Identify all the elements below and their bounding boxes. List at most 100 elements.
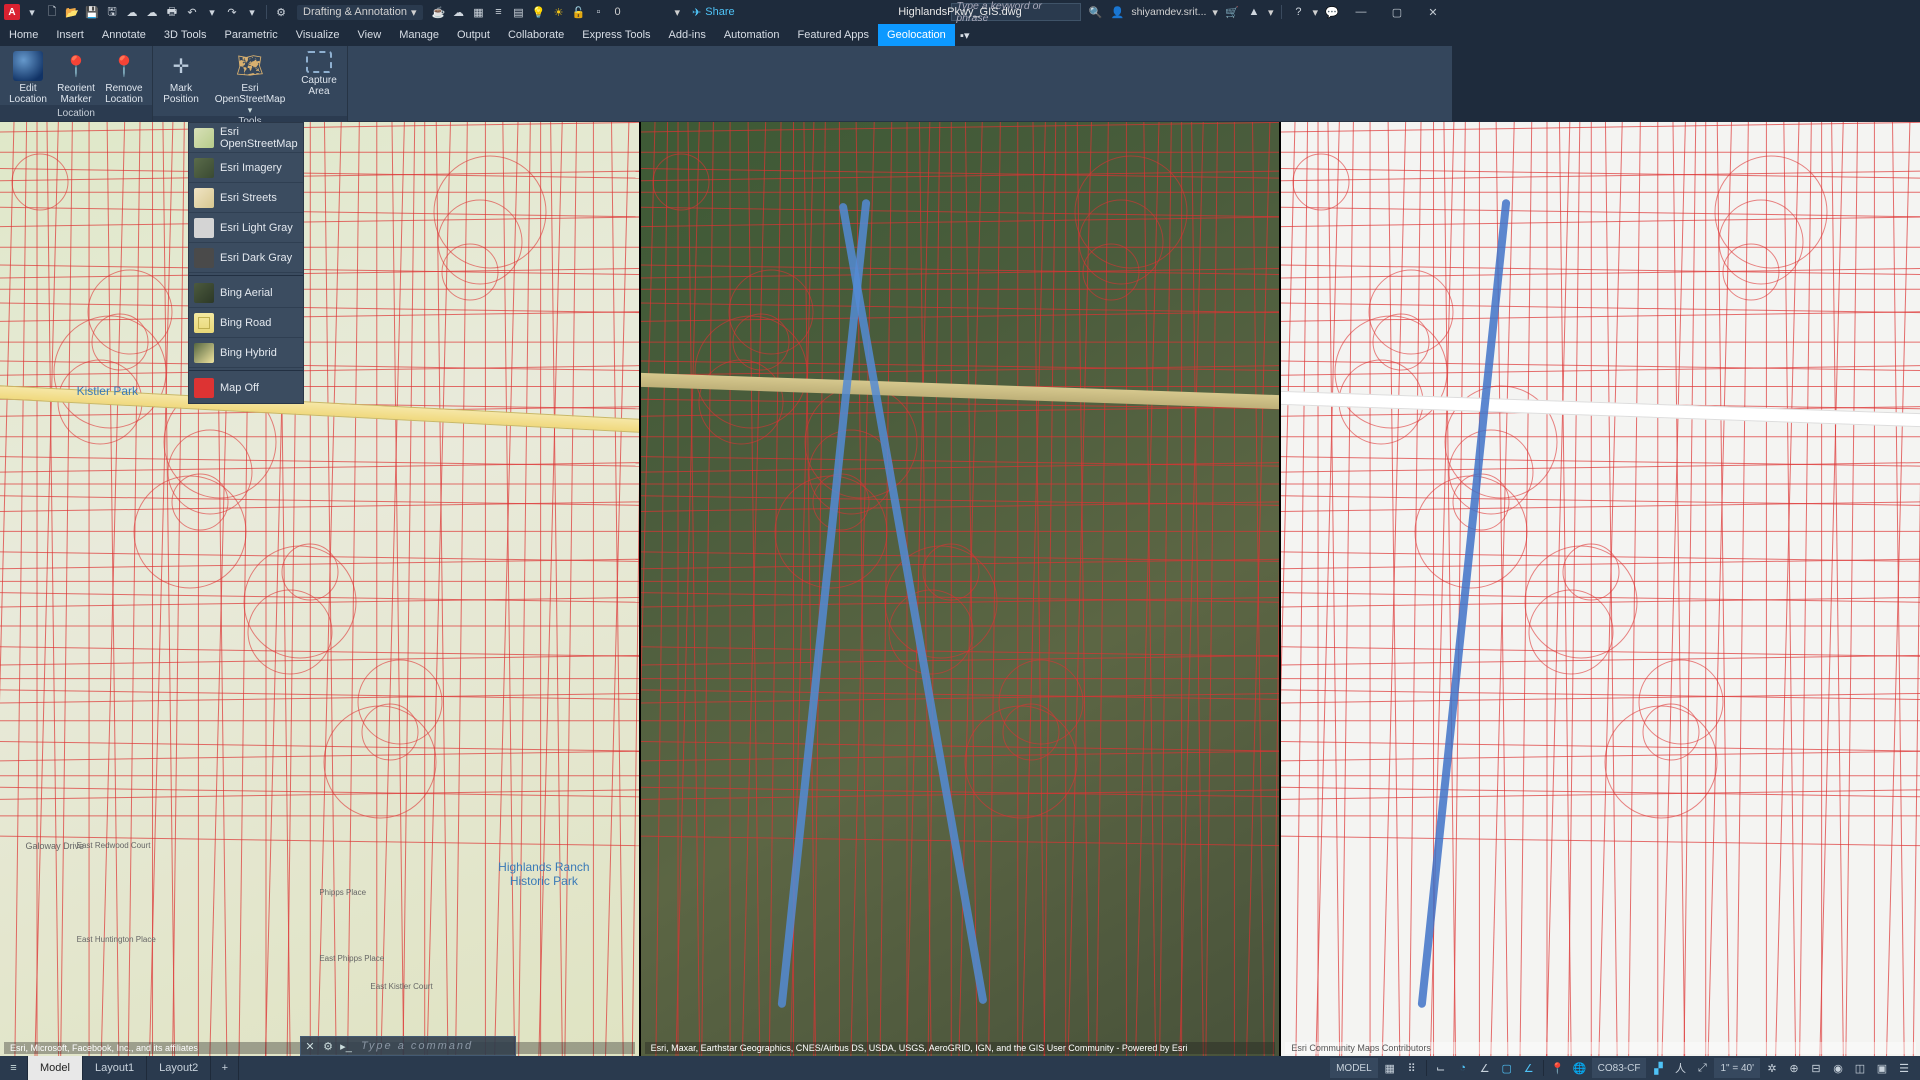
layout-tab-layout1[interactable]: Layout1 [83,1056,147,1080]
map-option-bing-hybrid[interactable]: Bing Hybrid [189,338,303,368]
units-icon[interactable]: ⊟ [1806,1058,1826,1078]
redo-icon[interactable]: ↷ [224,4,240,20]
web-open-icon[interactable]: ☁ [124,4,140,20]
user-name[interactable]: shiyamdev.srit... [1131,6,1206,18]
menu-express-tools[interactable]: Express Tools [573,24,659,46]
new-icon[interactable]: 🗋 [44,4,60,20]
cart-icon[interactable]: 🛒 [1224,4,1240,20]
saveas-icon[interactable]: 🖫 [104,4,120,20]
qat-undo-dd-icon[interactable]: ▾ [204,4,220,20]
add-layout-button[interactable]: + [211,1056,239,1080]
polar-icon[interactable]: ◔ [1453,1058,1473,1078]
qat-dropdown-icon[interactable]: ▾ [24,4,40,20]
menu-manage[interactable]: Manage [390,24,448,46]
isolate-icon[interactable]: ◫ [1850,1058,1870,1078]
model-space-toggle[interactable]: MODEL [1330,1058,1378,1078]
anno-scale-icon[interactable]: ⤢ [1692,1058,1712,1078]
menu-visualize[interactable]: Visualize [287,24,349,46]
menu-featured-apps[interactable]: Featured Apps [788,24,878,46]
comment-icon[interactable]: 💬 [1324,4,1340,20]
edit-location-button[interactable]: Edit Location [4,48,52,105]
mug-icon[interactable]: ☕ [431,4,447,20]
map-option-esri-openstreetmap[interactable]: Esri OpenStreetMap [189,123,303,153]
isodraft-icon[interactable]: ∠ [1475,1058,1495,1078]
chevron-down-icon[interactable]: ▾ [1312,6,1318,19]
menu-annotate[interactable]: Annotate [93,24,155,46]
geomarker-icon[interactable]: 📍 [1548,1058,1568,1078]
menu-view[interactable]: View [349,24,391,46]
user-icon[interactable]: 👤 [1109,4,1125,20]
menu-automation[interactable]: Automation [715,24,789,46]
minimize-button[interactable]: — [1346,1,1376,23]
map-option-esri-imagery[interactable]: Esri Imagery [189,153,303,183]
hw-accel-icon[interactable]: ◉ [1828,1058,1848,1078]
share-button[interactable]: ✈ Share [692,6,735,19]
map-option-esri-light-gray[interactable]: Esri Light Gray [189,213,303,243]
props-icon[interactable]: ▤ [511,4,527,20]
help-icon[interactable]: ? [1290,4,1306,20]
close-button[interactable]: ✕ [1418,1,1448,23]
layout-tab-layout2[interactable]: Layout2 [147,1056,211,1080]
web-save-icon[interactable]: ☁ [144,4,160,20]
map-option-esri-dark-gray[interactable]: Esri Dark Gray [189,243,303,273]
tabs-menu-icon[interactable]: ≡ [0,1056,28,1080]
annotation-icon[interactable]: 人 [1670,1058,1690,1078]
otrack-icon[interactable]: ∠ [1519,1058,1539,1078]
sun-icon[interactable]: ☀ [551,4,567,20]
osnap-icon[interactable]: ▢ [1497,1058,1517,1078]
layer-color-icon[interactable]: ▫ [591,4,607,20]
menu-insert[interactable]: Insert [47,24,93,46]
switch-icon[interactable]: ⊕ [1784,1058,1804,1078]
menu-collaborate[interactable]: Collaborate [499,24,573,46]
app-icon[interactable]: A [4,4,20,20]
viewport-right[interactable]: Esri Community Maps Contributors [1281,122,1920,1056]
qat-redo-dd-icon[interactable]: ▾ [244,4,260,20]
coord-globe-icon[interactable]: 🌐 [1570,1058,1590,1078]
snap-icon[interactable]: ⠿ [1402,1058,1422,1078]
workspace-selector[interactable]: Drafting & Annotation ▾ [297,5,423,20]
workspace-gear-icon[interactable]: ⚙ [273,4,289,20]
remove-location-button[interactable]: 📍 Remove Location [100,48,148,105]
clean-screen-icon[interactable]: ▣ [1872,1058,1892,1078]
map-option-map-off[interactable]: Map Off [189,373,303,403]
menu-home[interactable]: Home [0,24,47,46]
plot-icon[interactable]: 🖶 [164,4,180,20]
bulb-icon[interactable]: 💡 [531,4,547,20]
customize-icon[interactable]: ☰ [1894,1058,1914,1078]
undo-icon[interactable]: ↶ [184,4,200,20]
chevron-down-icon[interactable]: ▾ [1212,6,1218,19]
gear-icon[interactable]: ✲ [1762,1058,1782,1078]
maximize-button[interactable]: ▢ [1382,1,1412,23]
layers-icon[interactable]: ≡ [491,4,507,20]
mark-position-button[interactable]: ✛ Mark Position [157,48,205,105]
coord-system[interactable]: CO83-CF [1592,1058,1647,1078]
map-provider-button[interactable]: 🗺 Esri OpenStreetMap ▾ [205,48,295,116]
capture-area-button[interactable]: Capture Area [295,48,343,97]
save-icon[interactable]: 💾 [84,4,100,20]
command-line[interactable]: ✕ ⚙ ▸_ Type a command [300,1036,516,1056]
open-icon[interactable]: 📂 [64,4,80,20]
viewport-left[interactable]: Kistler Park Highlands Ranch Historic Pa… [0,122,639,1056]
menu-extra-icon[interactable]: ▪▾ [955,24,975,46]
menu-3d-tools[interactable]: 3D Tools [155,24,216,46]
chevron-down-icon[interactable]: ▾ [1268,6,1274,19]
dynamic-input-icon[interactable]: ▞ [1648,1058,1668,1078]
grid-icon[interactable]: ▦ [1380,1058,1400,1078]
layer-name[interactable]: 0 [611,6,671,18]
cmd-close-icon[interactable]: ✕ [301,1040,319,1053]
chevron-down-icon[interactable]: ▾ [675,6,681,19]
cloud-icon[interactable]: ☁ [451,4,467,20]
cmd-config-icon[interactable]: ⚙ [319,1040,337,1053]
menu-parametric[interactable]: Parametric [216,24,287,46]
map-option-bing-road[interactable]: Bing Road [189,308,303,338]
map-option-bing-aerial[interactable]: Bing Aerial [189,278,303,308]
reorient-marker-button[interactable]: 📍 Reorient Marker [52,48,100,105]
ortho-icon[interactable]: ⌙ [1431,1058,1451,1078]
lock-icon[interactable]: 🔓 [571,4,587,20]
search-icon[interactable]: 🔍 [1087,4,1103,20]
menu-output[interactable]: Output [448,24,499,46]
viewport-middle[interactable]: Esri, Maxar, Earthstar Geographics, CNES… [641,122,1280,1056]
menu-add-ins[interactable]: Add-ins [660,24,715,46]
layout-tab-model[interactable]: Model [28,1056,83,1080]
sheet-set-icon[interactable]: ▦ [471,4,487,20]
